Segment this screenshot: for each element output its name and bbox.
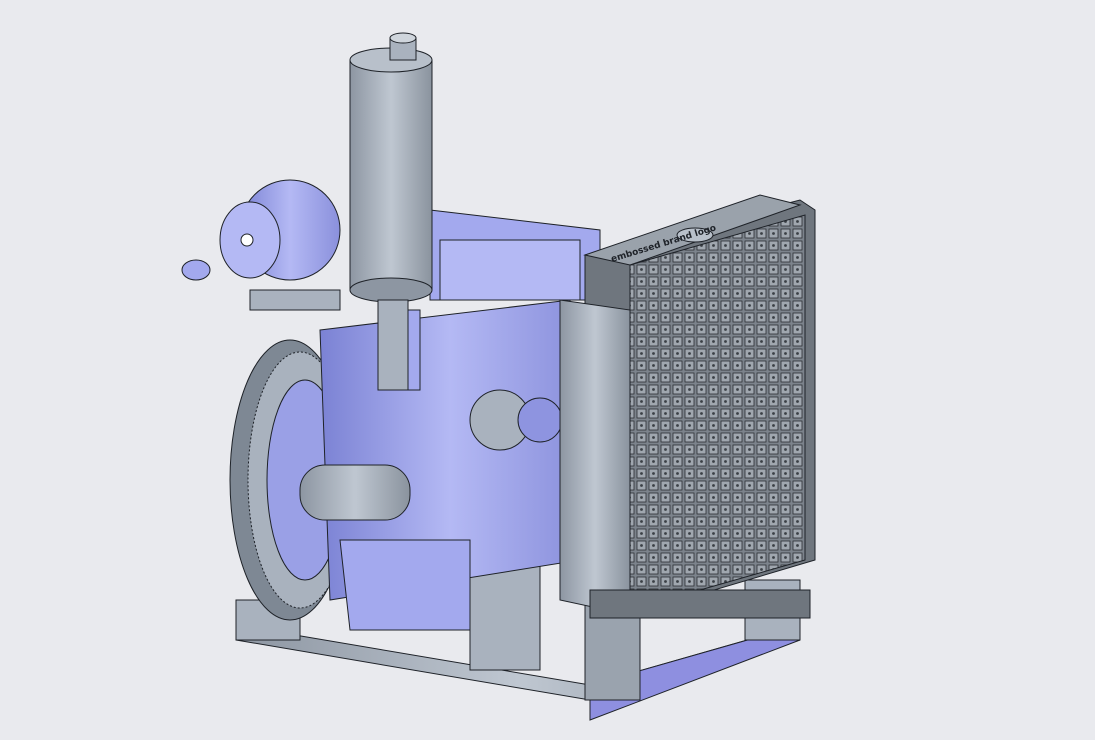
radiator (559, 194, 816, 619)
air-filter (181, 179, 341, 281)
cad-viewport[interactable]: embossed brand logo (0, 0, 1095, 736)
engine-model-render[interactable]: embossed brand logo (0, 0, 1095, 736)
